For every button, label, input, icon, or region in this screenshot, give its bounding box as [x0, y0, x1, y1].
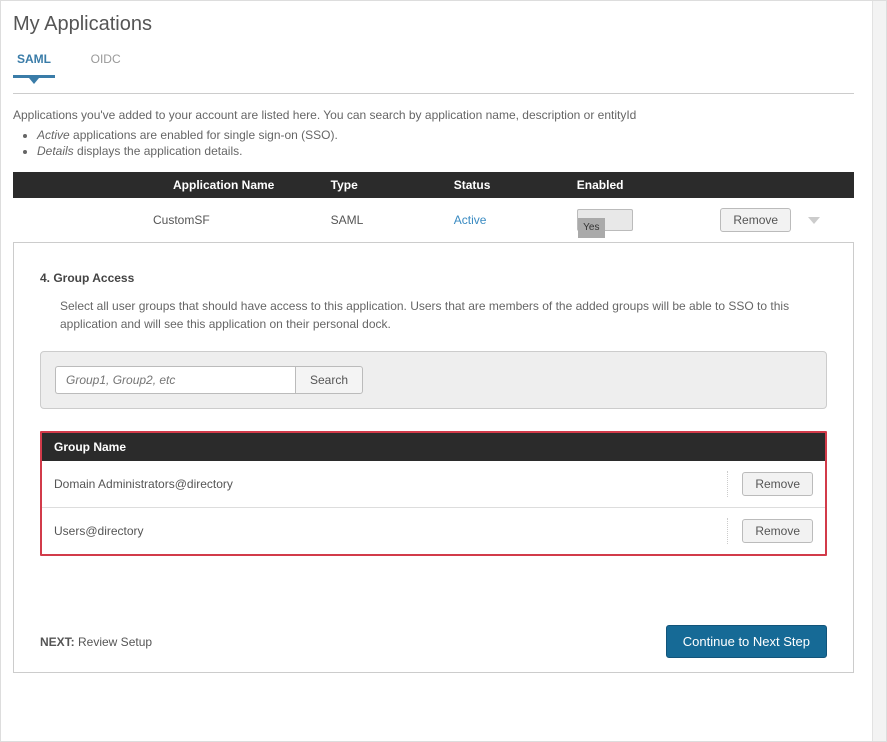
cell-app-name: CustomSF — [13, 198, 321, 243]
group-row: Domain Administrators@directory Remove — [42, 461, 825, 508]
group-name: Domain Administrators@directory — [54, 477, 233, 491]
continue-button[interactable]: Continue to Next Step — [666, 625, 827, 658]
tabs: SAML OIDC — [13, 46, 866, 73]
row-divider — [727, 471, 728, 497]
cell-app-type: SAML — [321, 198, 444, 243]
divider — [13, 93, 854, 94]
intro-bullet-1: Active applications are enabled for sing… — [37, 128, 866, 142]
remove-group-button[interactable]: Remove — [742, 519, 813, 543]
chevron-down-icon[interactable] — [808, 217, 820, 224]
group-access-panel: 4. Group Access Select all user groups t… — [13, 243, 854, 673]
step-title: 4. Group Access — [40, 271, 827, 285]
group-search-button[interactable]: Search — [295, 366, 363, 394]
panel-footer: NEXT: Review Setup Continue to Next Step — [40, 625, 827, 658]
intro-text: Applications you've added to your accoun… — [13, 108, 854, 122]
col-header-name: Application Name — [13, 172, 321, 198]
cell-app-enabled: Yes — [567, 198, 711, 243]
col-header-actions — [710, 172, 854, 198]
col-header-enabled: Enabled — [567, 172, 711, 198]
row-divider — [727, 518, 728, 544]
group-name: Users@directory — [54, 524, 144, 538]
group-search-panel: Search — [40, 351, 827, 409]
tab-saml[interactable]: SAML — [13, 46, 55, 72]
table-row: CustomSF SAML Active Yes Remove — [13, 198, 854, 243]
cell-app-status: Active — [444, 198, 567, 243]
page-title: My Applications — [13, 13, 866, 36]
toggle-on-label: Yes — [578, 218, 605, 238]
remove-group-button[interactable]: Remove — [742, 472, 813, 496]
remove-app-button[interactable]: Remove — [720, 208, 791, 232]
group-search-input[interactable] — [55, 366, 295, 394]
status-link[interactable]: Active — [454, 213, 487, 227]
step-description: Select all user groups that should have … — [60, 297, 827, 333]
group-row: Users@directory Remove — [42, 508, 825, 554]
intro-bullet-2: Details displays the application details… — [37, 144, 866, 158]
enabled-toggle[interactable]: Yes — [577, 209, 633, 231]
col-header-type: Type — [321, 172, 444, 198]
group-table-header: Group Name — [42, 433, 825, 461]
cell-app-actions: Remove — [710, 198, 854, 243]
toggle-off-label — [605, 210, 632, 230]
intro-bullets: Active applications are enabled for sing… — [13, 128, 866, 158]
col-header-status: Status — [444, 172, 567, 198]
next-step-label: NEXT: Review Setup — [40, 635, 152, 649]
applications-table: Application Name Type Status Enabled Cus… — [13, 172, 854, 243]
group-table: Group Name Domain Administrators@directo… — [40, 431, 827, 556]
vertical-scrollbar[interactable] — [872, 1, 886, 741]
tab-oidc[interactable]: OIDC — [87, 46, 125, 72]
